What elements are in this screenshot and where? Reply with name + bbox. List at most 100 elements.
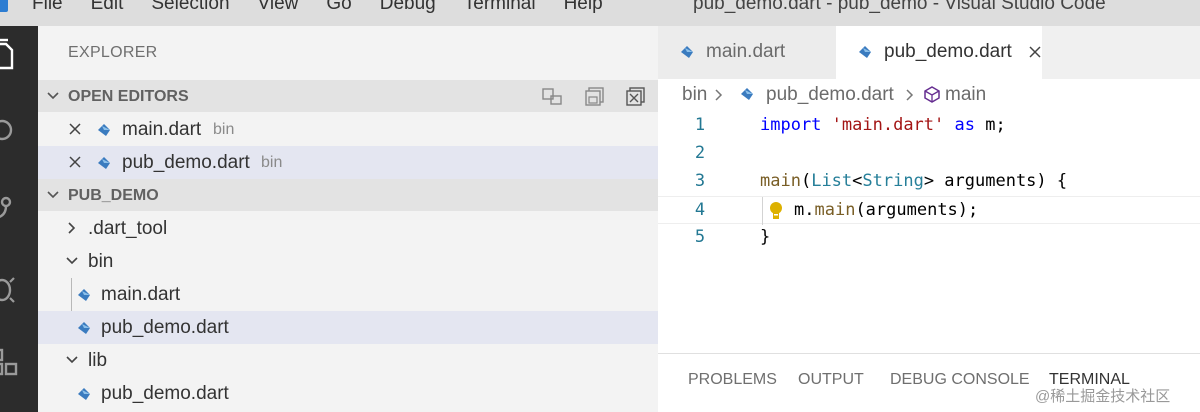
explorer-icon[interactable] bbox=[0, 38, 20, 74]
menu-go[interactable]: Go bbox=[326, 0, 351, 15]
close-icon[interactable] bbox=[1028, 45, 1042, 59]
token-keyword: import bbox=[760, 115, 822, 135]
token-text: > arguments) { bbox=[923, 171, 1068, 191]
tree-file-main-dart[interactable]: main.dart bbox=[38, 278, 658, 311]
menu-file[interactable]: File bbox=[32, 0, 63, 15]
editor-tabs: main.dart pub_demo.dart bbox=[658, 26, 1200, 79]
watermark: @稀土掘金技术社区 bbox=[1035, 388, 1171, 405]
activity-bar bbox=[0, 26, 38, 412]
token-text: m. bbox=[794, 200, 815, 220]
tree-folder-dart-tool[interactable]: .dart_tool bbox=[38, 212, 658, 245]
token-text: m; bbox=[975, 115, 1006, 135]
indent-guide bbox=[762, 197, 763, 225]
dart-file-icon bbox=[859, 46, 871, 58]
line-number: 3 bbox=[694, 171, 706, 191]
menu-debug[interactable]: Debug bbox=[380, 0, 436, 15]
dart-file-icon bbox=[78, 289, 90, 301]
tree-item-label: bin bbox=[88, 251, 114, 272]
tree-file-lib-pub-demo-dart[interactable]: pub_demo.dart bbox=[38, 377, 658, 410]
project-header[interactable]: PUB_DEMO bbox=[38, 179, 658, 211]
menu-terminal[interactable]: Terminal bbox=[464, 0, 536, 15]
tab-label: main.dart bbox=[706, 41, 786, 62]
open-editors-header[interactable]: OPEN EDITORS bbox=[38, 80, 658, 112]
chevron-right-icon bbox=[715, 89, 723, 101]
line-content: m.main(arguments); bbox=[794, 200, 978, 220]
source-control-icon[interactable] bbox=[0, 192, 20, 228]
search-icon[interactable] bbox=[0, 114, 20, 150]
code-line-current: 4 m.main(arguments); bbox=[658, 196, 1200, 225]
chevron-down-icon bbox=[47, 191, 59, 199]
chevron-right-icon bbox=[906, 89, 914, 101]
lightbulb-icon[interactable] bbox=[768, 200, 784, 222]
open-editor-folder: bin bbox=[213, 121, 235, 138]
menu-selection[interactable]: Selection bbox=[151, 0, 229, 15]
token-string: 'main.dart' bbox=[831, 115, 945, 135]
open-editor-name: main.dart bbox=[122, 119, 202, 140]
open-editor-item[interactable]: main.dart bin bbox=[38, 113, 658, 146]
open-editor-item[interactable]: pub_demo.dart bin bbox=[38, 146, 658, 179]
tree-item-label: pub_demo.dart bbox=[101, 317, 229, 338]
tree-item-label: lib bbox=[88, 350, 108, 371]
debug-icon[interactable] bbox=[0, 270, 20, 306]
symbol-class-icon bbox=[924, 86, 940, 103]
tab-main-dart[interactable]: main.dart bbox=[658, 26, 836, 79]
dart-file-icon bbox=[78, 388, 90, 400]
line-number: 2 bbox=[694, 143, 706, 163]
line-number: 1 bbox=[694, 115, 706, 135]
tree-folder-bin[interactable]: bin bbox=[38, 245, 658, 278]
tree-item-label: .dart_tool bbox=[88, 218, 168, 239]
panel-tab-output[interactable]: OUTPUT bbox=[798, 371, 864, 389]
tab-label: pub_demo.dart bbox=[884, 41, 1012, 62]
breadcrumb-symbol[interactable]: main bbox=[945, 84, 986, 106]
tab-pub-demo-dart[interactable]: pub_demo.dart bbox=[836, 26, 1042, 79]
dart-file-icon bbox=[741, 88, 753, 100]
menu-help[interactable]: Help bbox=[564, 0, 603, 15]
close-icon[interactable] bbox=[68, 155, 82, 169]
chevron-down-icon bbox=[47, 92, 59, 100]
token-keyword: as bbox=[954, 115, 975, 135]
close-icon[interactable] bbox=[68, 122, 82, 136]
line-content: main(List<String> arguments) { bbox=[760, 171, 1067, 191]
chevron-right-icon bbox=[68, 222, 76, 234]
menu-view[interactable]: View bbox=[258, 0, 299, 15]
token-text: ( bbox=[800, 171, 812, 191]
tree-item-label: pub_demo.dart bbox=[101, 383, 229, 404]
tree-file-pub-demo-dart[interactable]: pub_demo.dart bbox=[38, 311, 658, 344]
code-line: 1 import 'main.dart' as m; bbox=[658, 112, 1200, 140]
code-line: 2 bbox=[658, 140, 1200, 168]
token-type: List bbox=[811, 171, 853, 191]
close-all-icon[interactable] bbox=[624, 86, 648, 108]
breadcrumb-file[interactable]: pub_demo.dart bbox=[766, 84, 894, 106]
dart-file-icon bbox=[681, 46, 693, 58]
explorer-sidebar: EXPLORER OPEN EDITORS main.dart bin pub_… bbox=[38, 26, 658, 412]
code-line: 3 main(List<String> arguments) { bbox=[658, 168, 1200, 196]
save-all-icon[interactable] bbox=[583, 86, 607, 108]
tree-item-label: main.dart bbox=[101, 284, 181, 305]
open-editor-folder: bin bbox=[261, 154, 283, 171]
breadcrumb-folder[interactable]: bin bbox=[682, 84, 707, 106]
token-function: main bbox=[760, 171, 801, 191]
panel-tab-problems[interactable]: PROBLEMS bbox=[688, 371, 777, 389]
menu-bar: File Edit Selection View Go Debug Termin… bbox=[0, 0, 1200, 26]
panel-tab-debug-console[interactable]: DEBUG CONSOLE bbox=[890, 371, 1030, 389]
new-untitled-file-icon[interactable] bbox=[541, 86, 565, 108]
chevron-down-icon bbox=[66, 356, 78, 364]
menu-edit[interactable]: Edit bbox=[91, 0, 124, 15]
project-label: PUB_DEMO bbox=[68, 187, 159, 204]
line-content: import 'main.dart' as m; bbox=[760, 115, 1006, 135]
token-type: String bbox=[862, 171, 924, 191]
dart-file-icon bbox=[98, 124, 110, 136]
extensions-icon[interactable] bbox=[0, 344, 20, 380]
line-number: 5 bbox=[694, 227, 706, 247]
dart-file-icon bbox=[98, 157, 110, 169]
token-function: main bbox=[814, 200, 856, 220]
editor-area: main.dart pub_demo.dart bin pub_demo.dar… bbox=[658, 26, 1200, 412]
line-number: 4 bbox=[694, 200, 706, 220]
open-editor-name: pub_demo.dart bbox=[122, 152, 250, 173]
tree-folder-lib[interactable]: lib bbox=[38, 344, 658, 377]
window-title: pub_demo.dart - pub_demo - Visual Studio… bbox=[693, 0, 1106, 14]
token-text: (arguments); bbox=[855, 200, 979, 220]
line-content: } bbox=[760, 227, 770, 247]
open-editors-label: OPEN EDITORS bbox=[68, 88, 189, 105]
token-text: < bbox=[852, 171, 863, 191]
